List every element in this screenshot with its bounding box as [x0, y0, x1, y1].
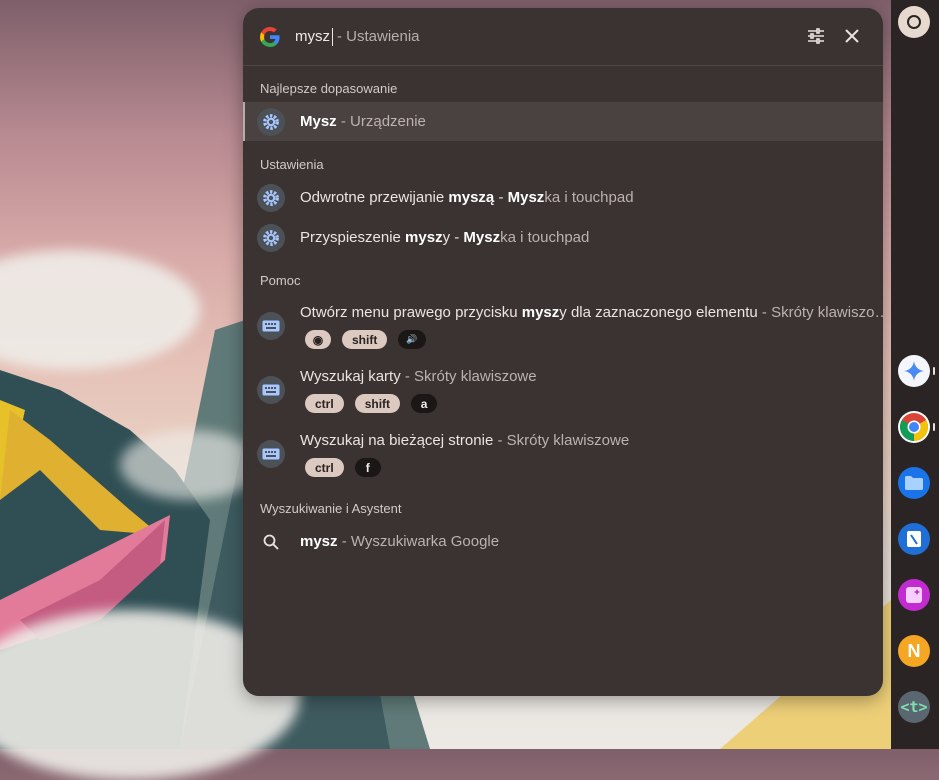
- files-icon: [905, 476, 923, 490]
- close-button[interactable]: [840, 24, 864, 48]
- app-notes[interactable]: N: [898, 635, 930, 667]
- result-label: Wyszukaj karty - Skróty klawiszowe: [300, 368, 537, 385]
- result-settings-2[interactable]: Przyspieszenie myszy - Myszka i touchpad: [243, 218, 883, 257]
- section-search-assistant: Wyszukiwanie i Asystent: [260, 501, 402, 516]
- search-query: mysz: [295, 28, 330, 45]
- section-best-match: Najlepsze dopasowanie: [260, 81, 398, 96]
- terminal-icon: <t>: [900, 698, 928, 716]
- running-indicator: [933, 423, 935, 431]
- search-filter-button[interactable]: [804, 24, 828, 48]
- shortcut-keys: ctrl shift a: [305, 394, 438, 413]
- result-help-3[interactable]: Wyszukaj na bieżącej stronie - Skróty kl…: [243, 426, 883, 484]
- result-label: Mysz - Urządzenie: [300, 113, 426, 130]
- search-autocomplete: - Ustawienia: [337, 28, 420, 45]
- keyboard-icon: [257, 312, 285, 340]
- text-caret: [332, 27, 333, 46]
- app-photos-editor[interactable]: [898, 579, 930, 611]
- gemini-icon: [904, 361, 924, 381]
- app-terminal[interactable]: <t>: [898, 691, 930, 723]
- app-docs[interactable]: [898, 523, 930, 555]
- app-chrome[interactable]: [898, 411, 930, 443]
- section-settings: Ustawienia: [260, 157, 324, 172]
- tune-icon: [808, 28, 824, 44]
- result-help-2[interactable]: Wyszukaj karty - Skróty klawiszowe ctrl …: [243, 362, 883, 420]
- google-icon: [260, 26, 280, 47]
- shelf: N <t>: [891, 0, 939, 749]
- chrome-icon: [900, 413, 928, 441]
- shortcut-keys: ctrl f: [305, 458, 381, 477]
- result-help-1[interactable]: Otwórz menu prawego przycisku myszy dla …: [243, 298, 883, 356]
- launcher-panel: mysz - Ustawienia Najlepsze dopasowanie: [243, 8, 883, 696]
- shift-key: shift: [354, 394, 401, 413]
- result-settings-1[interactable]: Odwrotne przewijanie myszą - Myszka i to…: [243, 178, 883, 217]
- search-input[interactable]: mysz - Ustawienia: [295, 27, 420, 46]
- f-key: f: [354, 458, 381, 477]
- app-files[interactable]: [898, 467, 930, 499]
- keyboard-icon: [257, 440, 285, 468]
- app-gemini[interactable]: [898, 355, 930, 387]
- ctrl-key: ctrl: [305, 458, 344, 477]
- settings-gear-icon: [257, 223, 285, 252]
- shortcut-keys: ◉ shift 🔊: [305, 330, 426, 349]
- launcher-key: ◉: [305, 330, 331, 349]
- keyboard-icon: [257, 376, 285, 404]
- result-label: Otwórz menu prawego przycisku myszy dla …: [300, 304, 883, 321]
- result-label: Przyspieszenie myszy - Myszka i touchpad: [300, 229, 590, 246]
- circle-icon: [907, 15, 921, 29]
- settings-gear-icon: [257, 107, 285, 136]
- photos-editor-icon: [906, 587, 922, 603]
- section-help: Pomoc: [260, 273, 301, 288]
- ctrl-key: ctrl: [305, 394, 344, 413]
- shift-key: shift: [342, 330, 388, 349]
- launcher-button[interactable]: [898, 6, 930, 38]
- result-best-match[interactable]: Mysz - Urządzenie: [243, 102, 883, 141]
- result-label: mysz - Wyszukiwarka Google: [300, 533, 500, 550]
- volume-key: 🔊: [398, 330, 426, 349]
- close-icon: [845, 29, 859, 43]
- running-indicator: [933, 367, 935, 375]
- result-web-search[interactable]: mysz - Wyszukiwarka Google: [243, 522, 883, 561]
- result-label: Wyszukaj na bieżącej stronie - Skróty kl…: [300, 432, 630, 449]
- search-bar: mysz - Ustawienia: [243, 8, 883, 66]
- search-icon: [262, 533, 280, 551]
- settings-gear-icon: [257, 183, 285, 212]
- result-label: Odwrotne przewijanie myszą - Myszka i to…: [300, 189, 634, 206]
- a-key: a: [411, 394, 438, 413]
- notes-icon: N: [907, 640, 921, 661]
- docs-icon: [907, 531, 921, 547]
